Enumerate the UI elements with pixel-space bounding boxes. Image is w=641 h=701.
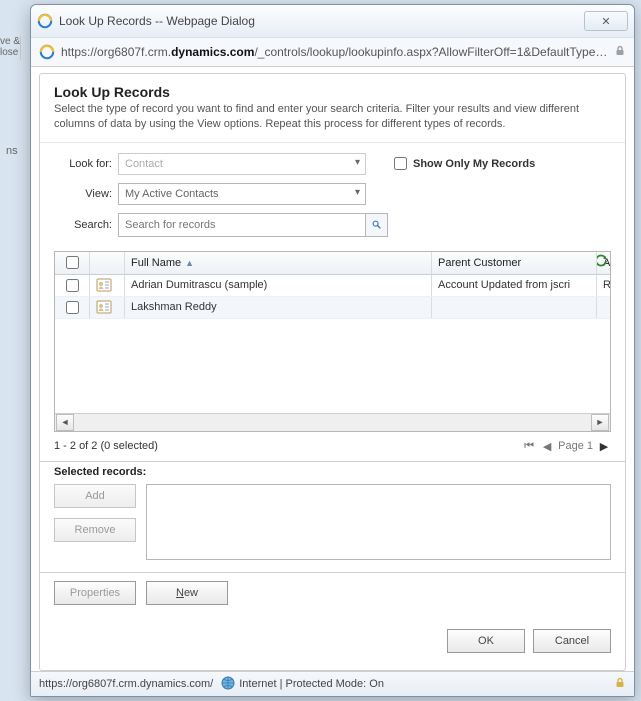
add-button[interactable]: Add — [54, 484, 136, 508]
row-address-city: Redmond — [597, 275, 610, 296]
address-url[interactable]: https://org6807f.crm.dynamics.com/_contr… — [61, 45, 608, 59]
lock-icon — [614, 677, 626, 692]
results-grid: Full Name ▲ Parent Customer Address 1: C… — [54, 251, 611, 432]
contact-icon — [90, 275, 125, 296]
background-text: lose — [0, 47, 20, 58]
grid-scrollbar[interactable]: ◄ ► — [55, 413, 610, 431]
row-checkbox[interactable] — [66, 279, 79, 292]
show-only-label: Show Only My Records — [413, 158, 535, 170]
show-only-checkbox[interactable] — [394, 157, 407, 170]
url-prefix: https://org6807f.crm. — [61, 45, 171, 59]
properties-button[interactable]: Properties — [54, 581, 136, 605]
selected-records-area: Selected records: Add Remove — [40, 461, 625, 572]
ie-icon — [39, 44, 55, 60]
dialog-content: Look Up Records Select the type of recor… — [39, 73, 626, 671]
select-all-cell[interactable] — [55, 252, 90, 274]
row-full-name: Adrian Dumitrascu (sample) — [125, 275, 432, 296]
scroll-left-button[interactable]: ◄ — [56, 414, 74, 431]
cancel-button[interactable]: Cancel — [533, 629, 611, 653]
background-text: ns — [6, 145, 18, 157]
row-address-city — [597, 297, 610, 318]
lookup-dialog: Look Up Records -- Webpage Dialog ✕ http… — [30, 4, 635, 697]
pager: ⏮ ◀ Page 1 ▶ — [522, 440, 611, 453]
view-select[interactable]: My Active Contacts — [118, 183, 366, 205]
internet-zone: Internet | Protected Mode: On — [221, 676, 384, 693]
grid-footer: 1 - 2 of 2 (0 selected) ⏮ ◀ Page 1 ▶ — [40, 432, 625, 457]
lock-icon — [614, 45, 626, 60]
grid-header: Full Name ▲ Parent Customer Address 1: C… — [55, 252, 610, 275]
search-label: Search: — [54, 219, 118, 231]
pager-first-button[interactable]: ⏮ — [522, 440, 536, 453]
url-suffix: /_controls/lookup/lookupinfo.aspx?AllowF… — [254, 45, 608, 59]
grid-body: Adrian Dumitrascu (sample) Account Updat… — [55, 275, 610, 413]
heading-title: Look Up Records — [54, 84, 611, 100]
header-parent-customer[interactable]: Parent Customer — [432, 252, 597, 274]
contact-icon — [90, 297, 125, 318]
look-for-label: Look for: — [54, 158, 118, 170]
search-input[interactable] — [118, 213, 366, 237]
status-url: https://org6807f.crm.dynamics.com/ — [39, 678, 213, 690]
pager-next-button[interactable]: ▶ — [597, 440, 611, 453]
new-button[interactable]: New — [146, 581, 228, 605]
heading-description: Select the type of record you want to fi… — [54, 102, 611, 132]
search-icon — [372, 218, 381, 231]
record-count: 1 - 2 of 2 (0 selected) — [54, 440, 158, 452]
lower-buttons: Properties New — [40, 572, 625, 605]
ie-icon — [37, 13, 53, 29]
dialog-heading: Look Up Records Select the type of recor… — [40, 74, 625, 143]
status-zone-text: Internet | Protected Mode: On — [239, 678, 384, 690]
remove-button[interactable]: Remove — [54, 518, 136, 542]
refresh-icon[interactable] — [597, 254, 608, 271]
pager-page-label: Page 1 — [558, 440, 593, 452]
header-full-name[interactable]: Full Name ▲ — [125, 252, 432, 274]
globe-icon — [221, 676, 235, 693]
row-full-name: Lakshman Reddy — [125, 297, 432, 318]
titlebar: Look Up Records -- Webpage Dialog ✕ — [31, 5, 634, 38]
ok-button[interactable]: OK — [447, 629, 525, 653]
filter-area: Look for: Contact Show Only My Records V… — [40, 143, 625, 251]
row-checkbox[interactable] — [66, 301, 79, 314]
url-host: dynamics.com — [171, 45, 254, 59]
view-label: View: — [54, 188, 118, 200]
sort-asc-icon: ▲ — [185, 258, 194, 268]
selected-records-list[interactable] — [146, 484, 611, 560]
header-full-name-label: Full Name — [131, 257, 181, 269]
search-button[interactable] — [366, 213, 388, 237]
table-row[interactable]: Lakshman Reddy — [55, 297, 610, 319]
row-parent-customer: Account Updated from jscri — [432, 275, 597, 296]
background-text: ve & — [0, 36, 20, 47]
window-close-button[interactable]: ✕ — [584, 11, 628, 31]
new-rest: ew — [184, 587, 198, 599]
scroll-right-button[interactable]: ► — [591, 414, 609, 431]
show-only-my-records[interactable]: Show Only My Records — [390, 154, 535, 173]
address-bar: https://org6807f.crm.dynamics.com/_contr… — [31, 38, 634, 67]
look-for-select[interactable]: Contact — [118, 153, 366, 175]
statusbar: https://org6807f.crm.dynamics.com/ Inter… — [31, 671, 634, 696]
new-accelerator: N — [176, 587, 184, 599]
ok-cancel-row: OK Cancel — [40, 605, 625, 667]
table-row[interactable]: Adrian Dumitrascu (sample) Account Updat… — [55, 275, 610, 297]
dialog-title: Look Up Records -- Webpage Dialog — [59, 14, 584, 28]
selected-records-label: Selected records: — [54, 466, 611, 478]
pager-prev-button[interactable]: ◀ — [540, 440, 554, 453]
select-all-checkbox[interactable] — [66, 256, 79, 269]
header-address-city[interactable]: Address 1: City — [597, 252, 610, 274]
row-parent-customer — [432, 297, 597, 318]
header-icon-cell — [90, 252, 125, 274]
